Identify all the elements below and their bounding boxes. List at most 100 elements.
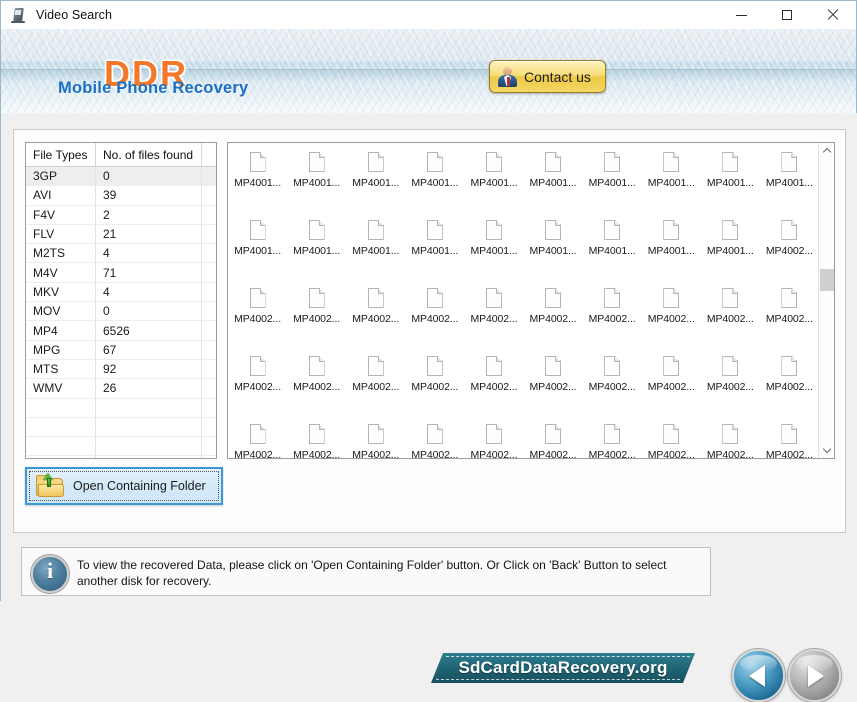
document-file-icon <box>722 356 739 376</box>
file-grid-item[interactable]: MP4001... <box>760 143 819 189</box>
file-grid-item[interactable]: MP4002... <box>583 393 642 458</box>
document-file-icon <box>426 288 443 308</box>
file-grid-item-label: MP4001... <box>352 177 400 189</box>
table-row[interactable]: FLV 21 <box>26 224 216 245</box>
cell-blank <box>201 417 216 438</box>
table-row[interactable]: M4V 71 <box>26 262 216 283</box>
file-grid-item[interactable]: MP4002... <box>346 393 405 458</box>
file-grid-item[interactable]: MP4002... <box>523 393 582 458</box>
file-grid-item[interactable]: MP4002... <box>287 393 346 458</box>
cell-files-found: 4 <box>95 282 202 303</box>
file-grid-item[interactable]: MP4002... <box>583 325 642 393</box>
table-row[interactable]: MOV 0 <box>26 301 216 322</box>
file-grid-item[interactable]: MP4002... <box>405 325 464 393</box>
file-grid-item[interactable]: MP4002... <box>642 257 701 325</box>
cell-blank <box>201 282 216 303</box>
cell-file-type <box>26 436 96 457</box>
cell-files-found: 92 <box>95 359 202 380</box>
file-grid-item-label: MP4002... <box>470 381 518 393</box>
brand-banner: SdCardDataRecovery.org <box>431 653 695 683</box>
file-grid-item[interactable]: MP4001... <box>642 143 701 189</box>
file-grid-item[interactable]: MP4001... <box>701 143 760 189</box>
file-grid-item-label: MP4002... <box>706 449 754 459</box>
file-grid-item[interactable]: MP4002... <box>760 325 819 393</box>
cell-blank <box>201 455 216 458</box>
file-grid-item[interactable]: MP4001... <box>583 189 642 257</box>
contact-us-button[interactable]: Contact us <box>489 60 606 93</box>
file-grid-item[interactable]: MP4002... <box>523 325 582 393</box>
file-grid-item[interactable]: MP4002... <box>228 325 287 393</box>
back-button[interactable] <box>732 649 785 702</box>
cell-files-found: 71 <box>95 262 202 283</box>
file-grid-item[interactable]: MP4002... <box>642 393 701 458</box>
table-row-empty[interactable] <box>26 436 216 457</box>
file-grid-item[interactable]: MP4001... <box>287 189 346 257</box>
forward-button[interactable] <box>788 649 841 702</box>
document-file-icon <box>781 288 798 308</box>
file-types-table-container[interactable]: File Types No. of files found 3GP 0 AVI 39 F… <box>25 142 217 459</box>
file-grid-item[interactable]: MP4002... <box>523 257 582 325</box>
table-row[interactable]: M2TS 4 <box>26 243 216 264</box>
file-grid-item[interactable]: MP4001... <box>346 189 405 257</box>
scrollbar-thumb[interactable] <box>820 269 834 291</box>
file-grid-item[interactable]: MP4001... <box>228 143 287 189</box>
maximize-button[interactable] <box>764 1 810 29</box>
file-grid-item[interactable]: MP4002... <box>228 393 287 458</box>
file-grid-item[interactable]: MP4001... <box>464 143 523 189</box>
file-grid-item[interactable]: MP4002... <box>287 325 346 393</box>
file-grid-item[interactable]: MP4001... <box>642 189 701 257</box>
table-row[interactable]: MPG 67 <box>26 340 216 360</box>
file-grid-item-label: MP4002... <box>529 313 577 325</box>
file-grid-item[interactable]: MP4001... <box>346 143 405 189</box>
document-file-icon <box>308 356 325 376</box>
document-file-icon <box>722 424 739 444</box>
scroll-up-button[interactable] <box>819 143 834 160</box>
table-row[interactable]: MTS 92 <box>26 359 216 380</box>
table-row[interactable]: F4V 2 <box>26 205 216 225</box>
file-grid-item[interactable]: MP4002... <box>228 257 287 325</box>
document-file-icon <box>485 152 502 172</box>
file-grid-item[interactable]: MP4002... <box>405 257 464 325</box>
file-grid-item[interactable]: MP4001... <box>701 189 760 257</box>
file-grid-item[interactable]: MP4002... <box>701 393 760 459</box>
file-grid-item[interactable]: MP4002... <box>287 257 346 325</box>
table-row[interactable]: MP4 6526 <box>26 320 216 341</box>
file-grid-item[interactable]: MP4001... <box>405 189 464 257</box>
file-grid-item[interactable]: MP4001... <box>523 143 582 189</box>
cell-files-found: 39 <box>95 185 202 206</box>
minimize-button[interactable] <box>718 1 764 29</box>
file-grid-item[interactable]: MP4002... <box>701 257 760 325</box>
file-grid-item[interactable]: MP4001... <box>464 189 523 257</box>
table-row[interactable]: 3GP 0 <box>26 166 216 187</box>
file-grid-item[interactable]: MP4002... <box>346 257 405 325</box>
file-grid-item[interactable]: MP4002... <box>464 325 523 393</box>
recovered-files-grid-container[interactable]: MP4001... MP4001... MP4001... MP4001... MP40… <box>227 142 835 459</box>
file-grid-item[interactable]: MP4002... <box>464 257 523 325</box>
file-grid-item[interactable]: MP4002... <box>583 257 642 325</box>
file-grid-item[interactable]: MP4002... <box>464 393 523 458</box>
table-row-empty[interactable] <box>26 455 216 458</box>
file-grid-item[interactable]: MP4001... <box>228 189 287 257</box>
table-row[interactable]: AVI 39 <box>26 185 216 206</box>
table-row[interactable]: MKV 4 <box>26 282 216 303</box>
file-grid-item[interactable]: MP4002... <box>346 325 405 393</box>
file-grid-item[interactable]: MP4002... <box>760 393 819 458</box>
open-containing-folder-button[interactable]: Open Containing Folder <box>25 467 223 505</box>
table-row-empty[interactable] <box>26 417 216 438</box>
contact-us-label: Contact us <box>524 68 591 85</box>
file-grid-item[interactable]: MP4001... <box>405 143 464 189</box>
file-grid-item[interactable]: MP4001... <box>523 189 582 257</box>
file-grid-item[interactable]: MP4002... <box>760 257 819 325</box>
scroll-down-button[interactable] <box>819 441 834 458</box>
file-grid-item[interactable]: MP4002... <box>701 325 760 393</box>
file-grid-item[interactable]: MP4002... <box>642 325 701 393</box>
file-grid-item-label: MP4001... <box>647 245 695 257</box>
table-row[interactable]: WMV 26 <box>26 378 216 399</box>
file-grid-item[interactable]: MP4002... <box>405 393 464 458</box>
grid-vertical-scrollbar[interactable] <box>818 143 834 458</box>
close-button[interactable] <box>810 1 856 29</box>
file-grid-item[interactable]: MP4001... <box>287 143 346 189</box>
table-row-empty[interactable] <box>26 398 216 418</box>
file-grid-item[interactable]: MP4001... <box>583 143 642 189</box>
file-grid-item[interactable]: MP4002... <box>760 189 819 257</box>
